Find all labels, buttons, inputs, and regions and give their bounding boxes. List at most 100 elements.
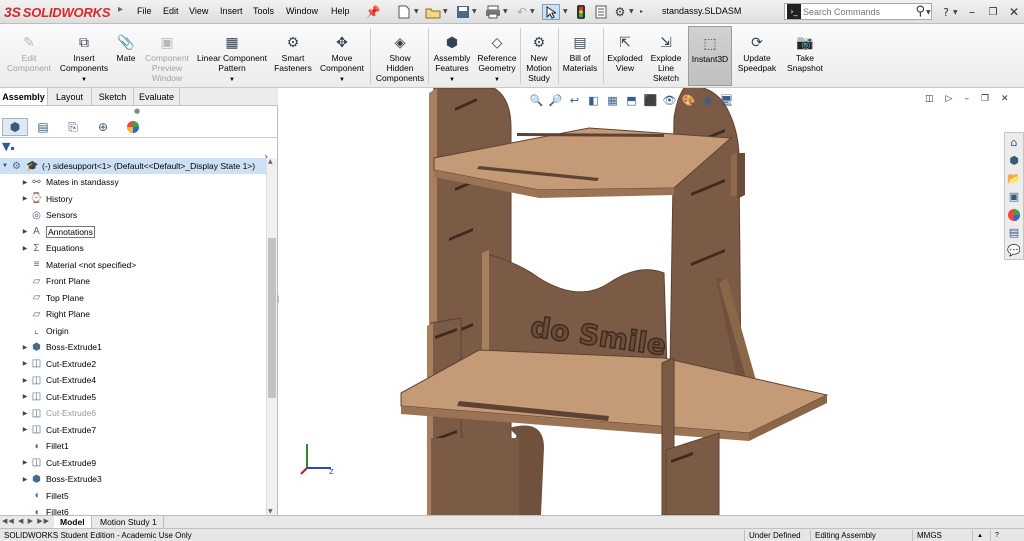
update-speedpak-button[interactable]: ⟳ Update Speedpak [734,26,780,86]
zoom-to-area-icon[interactable]: 🔎 [548,93,563,108]
select-icon[interactable] [542,4,560,20]
scrollbar-thumb[interactable] [268,238,276,398]
menu-tools[interactable]: Tools [253,6,274,16]
menu-file[interactable]: File [137,6,152,16]
previous-view-icon[interactable]: ↩ [567,93,582,108]
expand-arrow-icon[interactable]: ▶ [20,393,30,400]
file-properties-icon[interactable] [594,4,608,20]
linear-pattern-button[interactable]: ▦ Linear Component Pattern ▼ [194,26,270,86]
move-component-dropdown-icon[interactable]: ▼ [339,75,345,85]
expand-arrow-icon[interactable]: ▶ [20,459,30,466]
tab-nav-arrows-icon[interactable]: ◀◀ ◀ ▶ ▶▶ [2,517,50,525]
expand-arrow-icon[interactable]: ▶ [20,179,30,186]
menu-edit[interactable]: Edit [163,6,179,16]
tab-motion-study[interactable]: Motion Study 1 [94,516,164,528]
zoom-to-fit-icon[interactable]: 🔍 [529,93,544,108]
view-settings-icon[interactable]: 🖥 [719,93,734,108]
bill-of-materials-button[interactable]: ▤ Bill of Materials [560,26,600,86]
tree-item[interactable]: ▱ Front Plane [0,273,266,289]
assembly-features-dropdown-icon[interactable]: ▼ [449,75,455,85]
search-icon[interactable]: ⚲ [915,4,925,19]
minimize-icon[interactable]: – [966,4,978,20]
take-snapshot-button[interactable]: 📷 Take Snapshot [782,26,828,86]
select-dropdown-icon[interactable]: ▼ [563,8,568,15]
units-dropdown-icon[interactable]: ▲ [972,530,987,541]
scroll-up-icon[interactable]: ▲ [268,158,273,165]
configuration-manager-tab-icon[interactable]: ⎘ [60,118,86,136]
reference-geometry-button[interactable]: ◇ Reference Geometry ▼ [474,26,520,86]
tab-evaluate[interactable]: Evaluate [134,88,180,105]
save-dropdown-icon[interactable]: ▼ [472,8,477,15]
tree-item[interactable]: ▶ ◫ Cut-Extrude7 [0,422,266,438]
tree-item[interactable]: ▱ Top Plane [0,290,266,306]
status-help-icon[interactable]: ? [990,530,1003,541]
splitter-handle-icon[interactable]: ● [134,107,140,115]
assembly-features-button[interactable]: ⬢ Assembly Features ▼ [430,26,474,86]
print-dropdown-icon[interactable]: ▼ [503,8,508,15]
menu-help[interactable]: Help [331,6,350,16]
explode-line-sketch-button[interactable]: ⇲ Explode Line Sketch [646,26,686,86]
custom-properties-icon[interactable]: ▤ [1005,224,1023,241]
viewport-minimize-icon[interactable]: – [964,94,969,104]
rebuild-icon[interactable] [574,4,588,20]
logo-menu-arrow-icon[interactable]: ▸ [118,4,130,20]
expand-arrow-icon[interactable]: ▶ [20,245,30,252]
tree-item[interactable]: ▶ ◫ Cut-Extrude5 [0,389,266,405]
property-manager-tab-icon[interactable]: ▤ [30,118,56,136]
undo-icon[interactable]: ↶ [514,4,530,20]
expand-arrow-icon[interactable]: ▶ [20,344,30,351]
edit-appearance-icon[interactable]: 🎨 [681,93,696,108]
tree-item[interactable]: ▶ ◫ Cut-Extrude2 [0,356,266,372]
edit-component-button[interactable]: ✎ Edit Component [2,26,56,86]
reference-geometry-dropdown-icon[interactable]: ▼ [494,75,500,85]
insert-components-button[interactable]: ⧉ Insert Components ▼ [56,26,112,86]
view-orientation-icon[interactable]: ⬒ [624,93,639,108]
tree-scrollbar[interactable]: ▲ ▼ [266,158,277,515]
menu-view[interactable]: View [189,6,208,16]
tree-item[interactable]: ▶ ⚯ Mates in standassy [0,174,266,190]
design-library-icon[interactable]: ⬢ [1005,152,1023,169]
expand-arrow-icon[interactable]: ▶ [20,426,30,433]
apply-scene-icon[interactable]: ◉ [700,93,715,108]
mate-button[interactable]: 📎 Mate [112,26,140,86]
expand-arrow-icon[interactable]: ▶ [20,410,30,417]
new-dropdown-icon[interactable]: ▼ [414,8,419,15]
print-icon[interactable] [484,4,502,20]
new-icon[interactable] [396,4,412,20]
filter-icon[interactable]: ▼▪ [2,140,15,154]
3d-model-view[interactable]: do Smile [279,88,1024,515]
show-hidden-components-button[interactable]: ◈ Show Hidden Components [372,26,428,86]
move-component-button[interactable]: ✥ Move Component ▼ [316,26,368,86]
tree-item[interactable]: ▶ ◫ Cut-Extrude6 [0,405,266,421]
tree-item[interactable]: ▶ Σ Equations [0,240,266,256]
tree-item[interactable]: ▶ ⌚ History [0,191,266,207]
viewport-next-icon[interactable]: ▷ [946,94,953,104]
undo-dropdown-icon[interactable]: ▼ [530,8,535,15]
tree-item[interactable]: ◖ Fillet5 [0,488,266,504]
view-palette-icon[interactable]: ▣ [1005,188,1023,205]
solidworks-logo[interactable]: 3S SOLIDWORKS [4,2,112,22]
help-icon[interactable]: ? [940,4,952,20]
options-dropdown-icon[interactable]: ▼ [629,8,634,15]
tree-item[interactable]: ▶ ⬢ Boss-Extrude3 [0,471,266,487]
file-explorer-icon[interactable]: 📂 [1005,170,1023,187]
smart-fasteners-button[interactable]: ⚙ Smart Fasteners [270,26,316,86]
tree-item[interactable]: ◎ Sensors [0,207,266,223]
graphics-area[interactable]: do Smile 🔍 🔎 ↩ ◧ ▦ ⬒ ⬛ 👁 🎨 ◉ 🖥 ◫ ▷ – ❐ ✕… [279,88,1024,515]
tree-root[interactable]: ▼ ⚙ 🎓 (-) sidesupport<1> (Default<<Defau… [0,158,266,174]
expand-arrow-icon[interactable]: ▶ [20,377,30,384]
tab-layout[interactable]: Layout [48,88,92,105]
tree-item[interactable]: ▱ Right Plane [0,306,266,322]
insert-components-dropdown-icon[interactable]: ▼ [81,75,87,85]
close-icon[interactable]: ✕ [1008,4,1020,20]
component-preview-button[interactable]: ▣ Component Preview Window [140,26,194,86]
tree-item[interactable]: ▶ ◫ Cut-Extrude4 [0,372,266,388]
hide-show-items-icon[interactable]: 👁 [662,93,677,108]
tree-item[interactable]: ▶ ⬢ Boss-Extrude1 [0,339,266,355]
search-commands-box[interactable]: ›_ ⚲ [784,3,932,20]
restore-icon[interactable]: ❐ [987,4,999,20]
scroll-down-icon[interactable]: ▼ [268,508,273,515]
save-icon[interactable] [455,4,471,20]
exploded-view-button[interactable]: ⇱ Exploded View [605,26,645,86]
search-dropdown-icon[interactable]: ▼ [926,9,931,16]
